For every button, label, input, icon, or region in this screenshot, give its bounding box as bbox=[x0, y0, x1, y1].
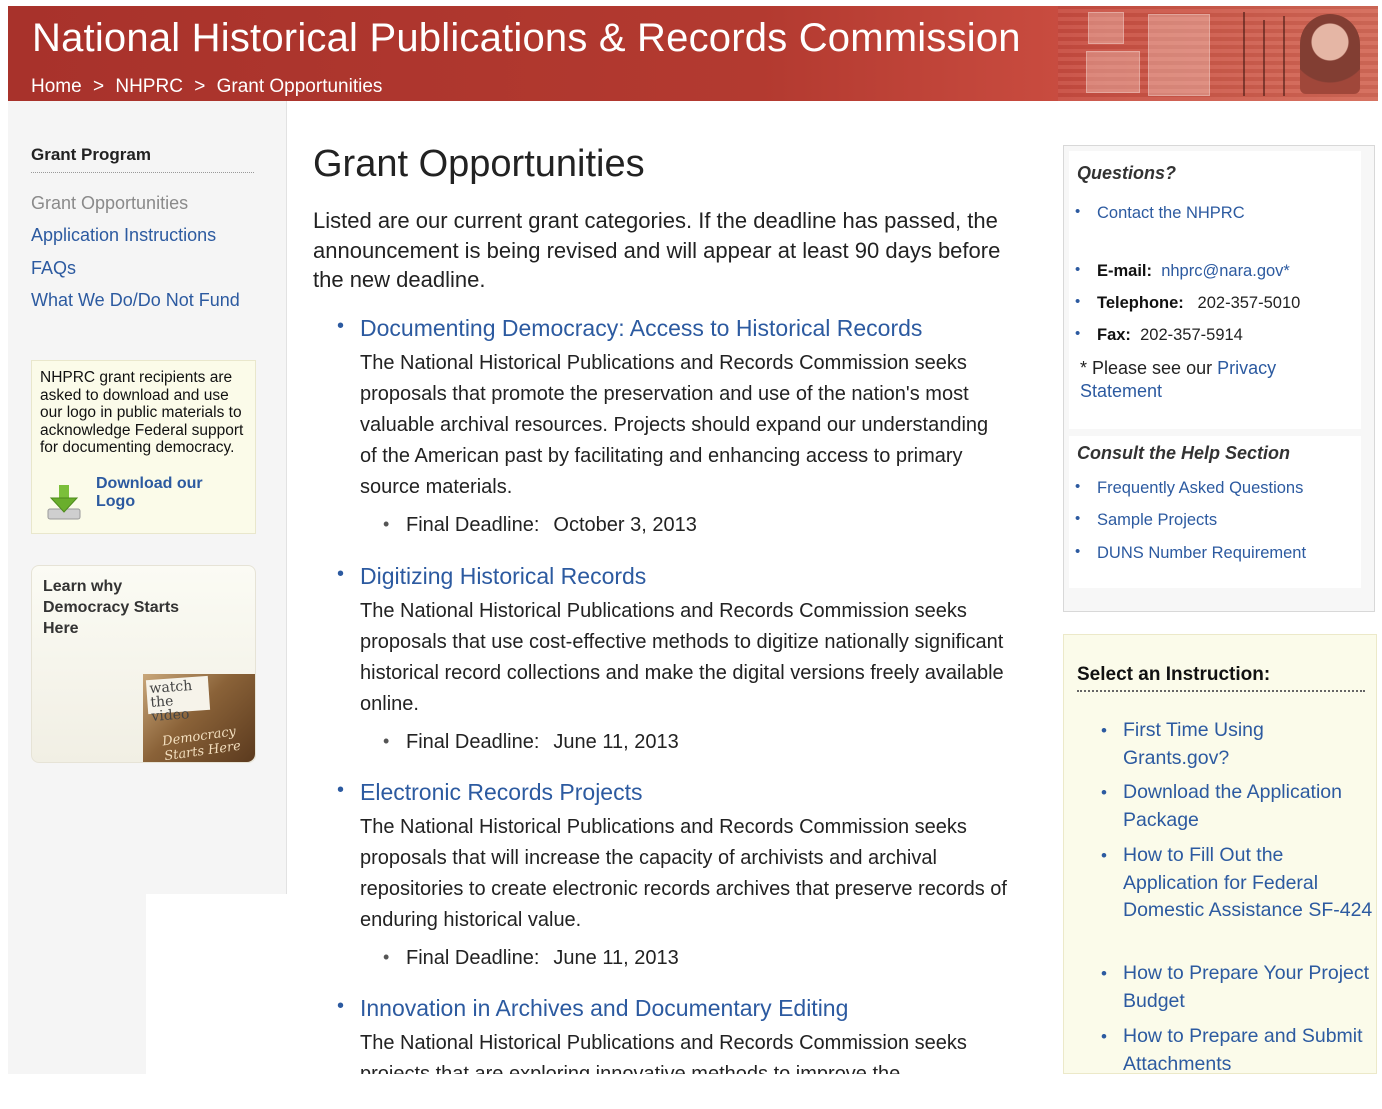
instruction-link-first-time[interactable]: First Time Using Grants.gov? bbox=[1101, 717, 1373, 772]
instruction-link-attachments[interactable]: How to Prepare and Submit Attachments bbox=[1101, 1023, 1373, 1073]
watch-video-label: watch the video bbox=[145, 675, 211, 725]
breadcrumb-nhprc[interactable]: NHPRC bbox=[115, 76, 183, 97]
left-sidebar-continuation bbox=[8, 894, 146, 1074]
contact-nhprc-link[interactable]: Contact the NHPRC bbox=[1075, 203, 1245, 223]
grant-category-description: The National Historical Publications and… bbox=[360, 1032, 967, 1074]
deadline-item: Final Deadline: June 11, 2013 bbox=[337, 731, 1017, 754]
left-sidebar: Grant Program Grant Opportunities Applic… bbox=[8, 101, 287, 894]
help-link-faq[interactable]: Frequently Asked Questions bbox=[1075, 478, 1303, 498]
sidebar-item-what-we-fund[interactable]: What We Do/Do Not Fund bbox=[31, 290, 240, 311]
instruction-link-budget[interactable]: How to Prepare Your Project Budget bbox=[1101, 960, 1373, 1015]
header-collage-image bbox=[1058, 6, 1378, 101]
help-link-duns[interactable]: DUNS Number Requirement bbox=[1075, 543, 1306, 563]
deadline-label: Final Deadline: bbox=[406, 947, 540, 969]
deadline-item: Final Deadline: October 3, 2013 bbox=[337, 514, 1017, 537]
grant-category-title-link[interactable]: Innovation in Archives and Documentary E… bbox=[337, 995, 1017, 1022]
grant-category: Documenting Democracy: Access to Histori… bbox=[337, 315, 1017, 537]
deadline-date: June 11, 2013 bbox=[553, 731, 679, 753]
help-section: Consult the Help Section Frequently Aske… bbox=[1069, 436, 1361, 588]
site-title[interactable]: National Historical Publications & Recor… bbox=[32, 16, 1021, 61]
fax-item: Fax: 202-357-5914 bbox=[1075, 325, 1243, 345]
download-arrow-icon[interactable] bbox=[46, 483, 82, 521]
video-thumb-tagline: Democracy Starts Here bbox=[161, 724, 242, 762]
sidebar-item-application-instructions[interactable]: Application Instructions bbox=[31, 225, 216, 246]
deadline-item: Final Deadline: June 11, 2013 bbox=[337, 947, 1017, 970]
sidebar-item-faqs[interactable]: FAQs bbox=[31, 258, 76, 279]
logo-download-box: NHPRC grant recipients are asked to down… bbox=[31, 360, 256, 534]
grant-category-title-link[interactable]: Electronic Records Projects bbox=[337, 779, 1017, 806]
questions-panel: Questions? Contact the NHPRC E-mail: nhp… bbox=[1063, 145, 1375, 612]
video-thumbnail[interactable]: watch the video Democracy Starts Here bbox=[143, 674, 255, 762]
grant-category-title-link[interactable]: Documenting Democracy: Access to Histori… bbox=[337, 315, 1017, 342]
page-title: Grant Opportunities bbox=[313, 143, 645, 185]
privacy-note: * Please see our Privacy Statement bbox=[1080, 358, 1277, 401]
deadline-label: Final Deadline: bbox=[406, 731, 540, 753]
questions-heading: Questions? bbox=[1077, 163, 1177, 183]
email-link[interactable]: nhprc@nara.gov* bbox=[1161, 262, 1290, 280]
instruction-panel: Select an Instruction: First Time Using … bbox=[1063, 634, 1377, 1074]
grant-category-description: The National Historical Publications and… bbox=[360, 600, 1004, 715]
telephone-item: Telephone: 202-357-5010 bbox=[1075, 293, 1300, 313]
sidebar-heading: Grant Program bbox=[31, 145, 151, 164]
instruction-link-sf424[interactable]: How to Fill Out the Application for Fede… bbox=[1101, 842, 1373, 925]
site-header: National Historical Publications & Recor… bbox=[8, 6, 1378, 101]
grant-category: Innovation in Archives and Documentary E… bbox=[337, 995, 1017, 1074]
deadline-date: October 3, 2013 bbox=[553, 514, 697, 536]
breadcrumb: Home > NHPRC > Grant Opportunities bbox=[31, 76, 388, 98]
divider bbox=[1077, 690, 1365, 692]
grant-category-description: The National Historical Publications and… bbox=[360, 816, 1007, 931]
logo-box-text: NHPRC grant recipients are asked to down… bbox=[40, 369, 244, 456]
video-promo-text: Learn why Democracy Starts Here bbox=[43, 578, 180, 637]
help-heading: Consult the Help Section bbox=[1077, 443, 1291, 463]
help-link-sample-projects[interactable]: Sample Projects bbox=[1075, 510, 1217, 530]
email-item: E-mail: nhprc@nara.gov* bbox=[1075, 261, 1290, 281]
portrait-image bbox=[1300, 14, 1360, 94]
video-promo-box[interactable]: Learn why Democracy Starts Here watch th… bbox=[31, 565, 256, 763]
sidebar-item-grant-opportunities[interactable]: Grant Opportunities bbox=[31, 193, 188, 214]
divider bbox=[31, 172, 254, 173]
instruction-heading: Select an Instruction: bbox=[1077, 664, 1271, 685]
intro-paragraph: Listed are our current grant categories.… bbox=[313, 208, 1001, 292]
breadcrumb-separator: > bbox=[92, 76, 105, 97]
instruction-link-download-package[interactable]: Download the Application Package bbox=[1101, 779, 1373, 834]
breadcrumb-current: Grant Opportunities bbox=[216, 76, 383, 97]
breadcrumb-home[interactable]: Home bbox=[31, 76, 82, 97]
questions-section: Questions? Contact the NHPRC E-mail: nhp… bbox=[1069, 151, 1361, 429]
deadline-date: June 11, 2013 bbox=[553, 947, 679, 969]
grant-category-description: The National Historical Publications and… bbox=[360, 352, 989, 498]
download-logo-link[interactable]: Download our Logo bbox=[96, 475, 236, 511]
deadline-label: Final Deadline: bbox=[406, 514, 540, 536]
grant-category-title-link[interactable]: Digitizing Historical Records bbox=[337, 563, 1017, 590]
grant-category: Digitizing Historical Records The Nation… bbox=[337, 563, 1017, 754]
breadcrumb-separator: > bbox=[194, 76, 206, 97]
grant-category: Electronic Records Projects The National… bbox=[337, 779, 1017, 970]
